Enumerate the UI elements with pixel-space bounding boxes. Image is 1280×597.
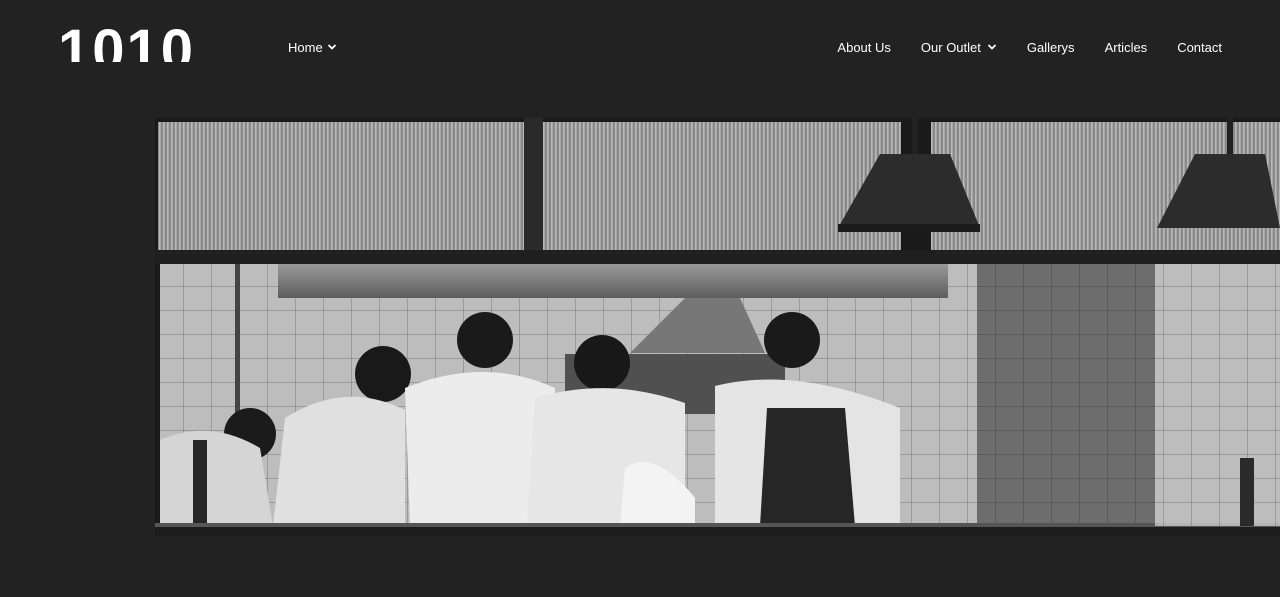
nav-home-label: Home [288, 39, 323, 55]
chevron-down-icon [987, 42, 997, 52]
nav-articles[interactable]: Articles [1105, 40, 1148, 55]
site-header: 1010 Home About Us Our Outlet Gallerys A… [0, 0, 1280, 92]
nav-outlet-label: Our Outlet [920, 39, 981, 55]
logo-text: 1010 [58, 28, 196, 64]
logo-crop [58, 62, 270, 64]
nav-home[interactable]: Home [288, 38, 337, 56]
nav-outlet[interactable]: Our Outlet [921, 40, 997, 55]
main-navigation: About Us Our Outlet Gallerys Articles Co… [837, 38, 1222, 56]
chevron-down-icon [327, 42, 337, 52]
nav-gallery[interactable]: Gallerys [1027, 40, 1075, 55]
nav-contact-label: Contact [1177, 39, 1222, 55]
nav-contact[interactable]: Contact [1177, 40, 1222, 55]
nav-about[interactable]: About Us [837, 40, 890, 55]
site-logo[interactable]: 1010 [58, 28, 270, 64]
nav-articles-label: Articles [1104, 39, 1148, 55]
nav-about-label: About Us [837, 39, 891, 55]
nav-gallery-label: Gallerys [1026, 39, 1075, 55]
kitchen-photo [155, 118, 1280, 536]
hero-image [155, 118, 1280, 536]
